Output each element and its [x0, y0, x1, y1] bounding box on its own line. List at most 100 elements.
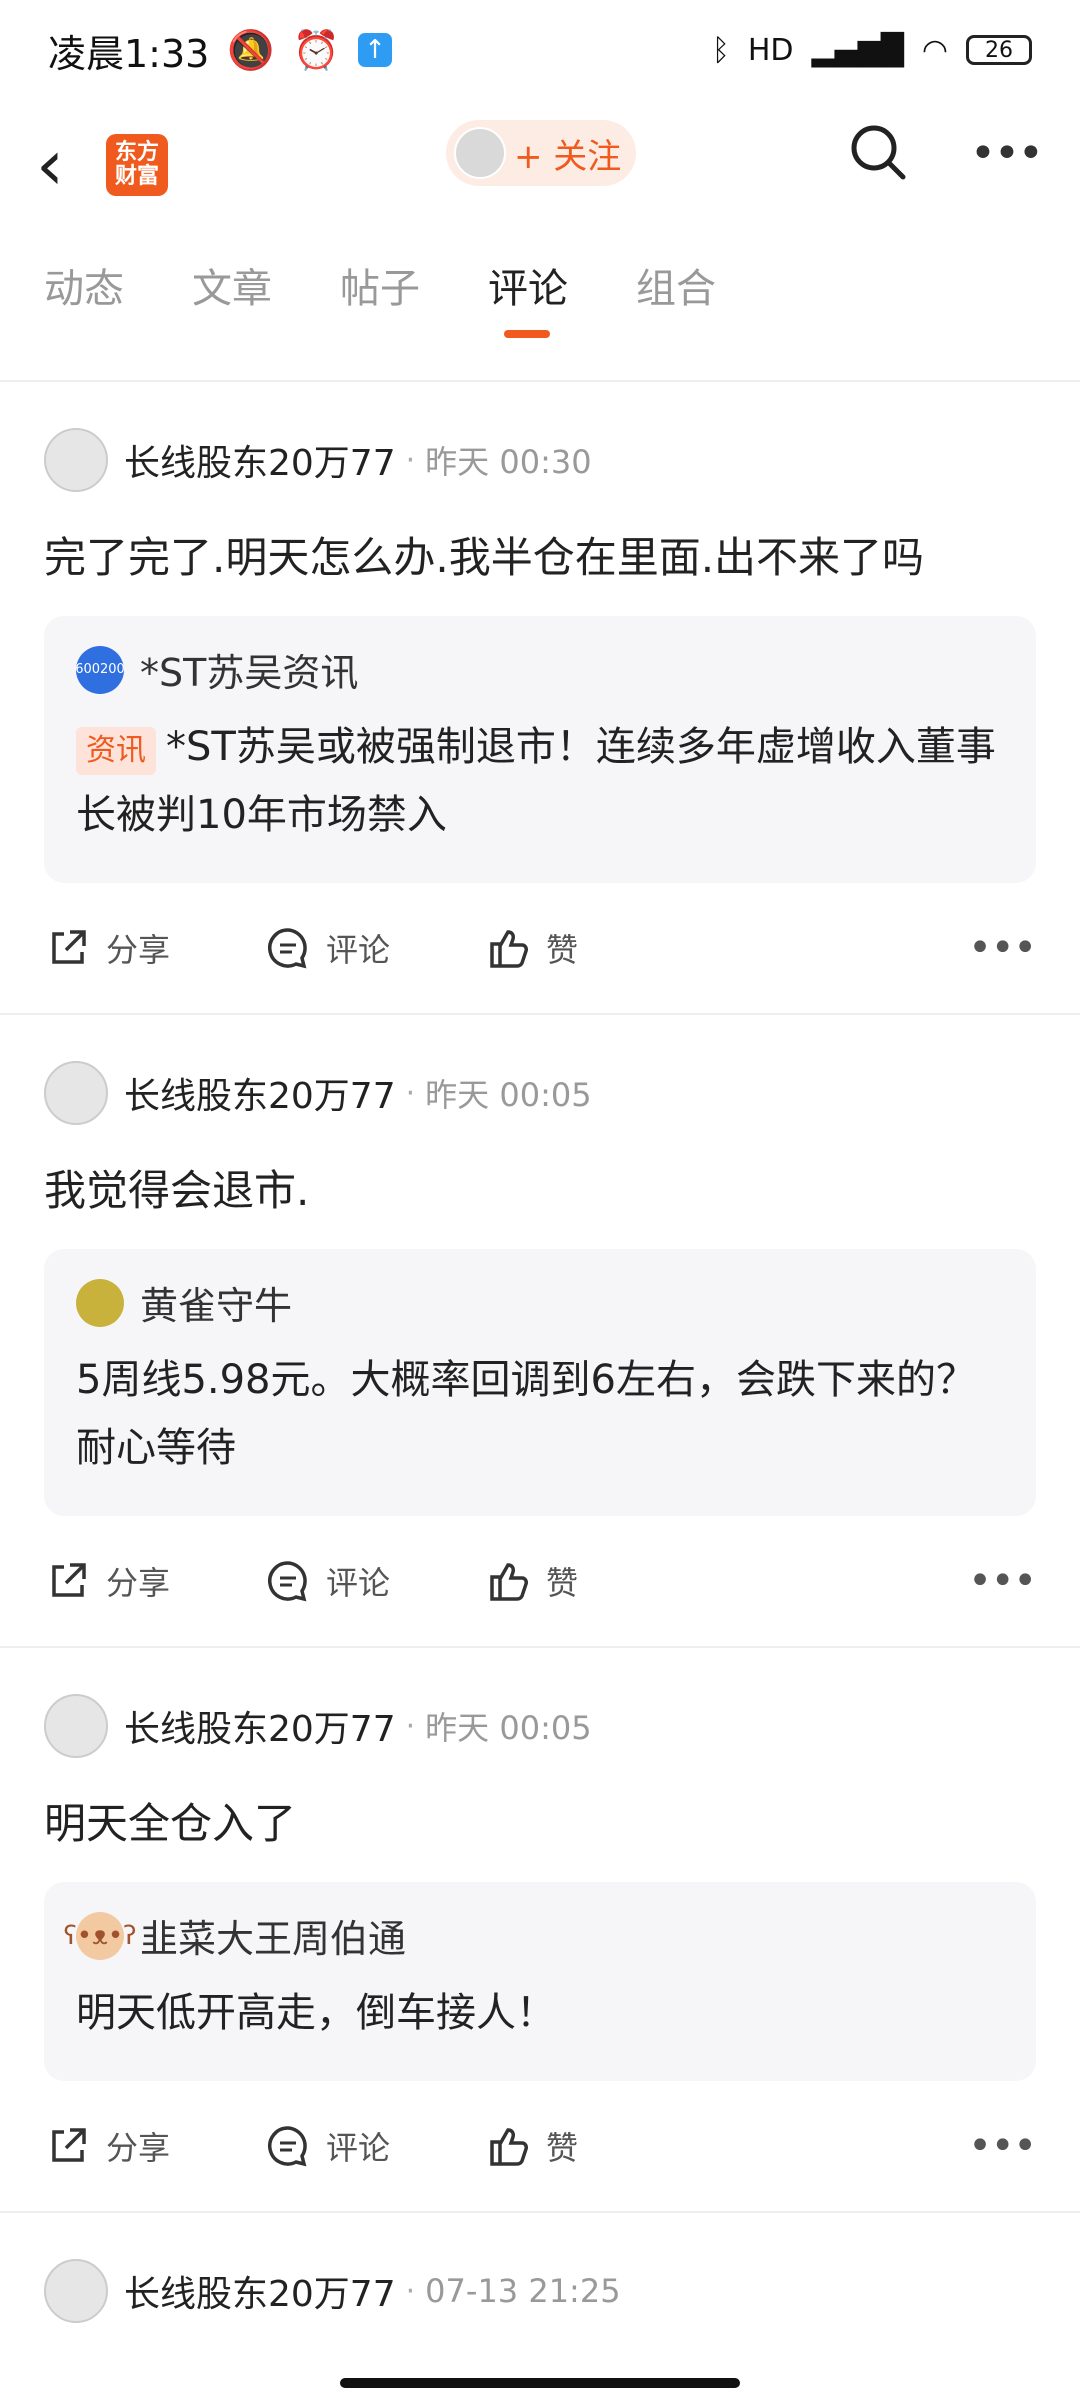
separator-dot: ·	[405, 1075, 416, 1111]
post-more-icon[interactable]: •••	[968, 925, 1037, 971]
quoted-header: 黄雀守牛	[76, 1275, 1004, 1330]
comment-label: 评论	[326, 1564, 391, 1602]
like-button[interactable]: 赞	[484, 1557, 704, 1605]
like-label: 赞	[546, 2129, 579, 2167]
like-label: 赞	[546, 931, 579, 969]
comment-label: 评论	[326, 931, 391, 969]
share-label: 分享	[106, 1564, 171, 1602]
separator-dot: ·	[405, 1708, 416, 1744]
share-label: 分享	[106, 2129, 171, 2167]
tab-dynamics[interactable]: 动态	[44, 256, 124, 314]
post-more-icon[interactable]: •••	[968, 1558, 1037, 1604]
separator-dot: ·	[405, 2273, 416, 2309]
post-more-icon[interactable]: •••	[968, 2123, 1037, 2169]
home-indicator[interactable]	[340, 2378, 740, 2388]
tab-posts[interactable]: 帖子	[340, 256, 420, 314]
post-time: 昨天 00:05	[425, 1709, 592, 1747]
share-button[interactable]: 分享	[44, 924, 264, 972]
status-left: 凌晨1:33 🔕 ⏰ ↑	[48, 23, 392, 78]
bear-avatar-icon: ʕ•ᴥ•ʔ	[64, 1911, 137, 1960]
comment-icon	[268, 928, 307, 969]
comment-icon	[268, 1561, 307, 1602]
quoted-post[interactable]: ʕ•ᴥ•ʔ 韭菜大王周伯通 明天低开高走，倒车接人！	[44, 1882, 1036, 2081]
quoted-author: *ST苏吴资讯	[140, 651, 359, 695]
bluetooth-icon: ᛒ	[711, 32, 730, 68]
signal-icon: ▂▄▆█	[811, 32, 904, 68]
share-button[interactable]: 分享	[44, 1557, 264, 1605]
user-avatar	[454, 127, 506, 179]
post-header: 长线股东20万77 · 昨天 00:30	[44, 382, 1036, 508]
quoted-header: ʕ•ᴥ•ʔ 韭菜大王周伯通	[64, 1908, 1004, 1963]
quoted-post[interactable]: 黄雀守牛 5周线5.98元。大概率回调到6左右，会跌下来的？耐心等待	[44, 1249, 1036, 1516]
separator-dot: ·	[405, 442, 416, 478]
post-header: 长线股东20万77 · 昨天 00:05	[44, 1015, 1036, 1141]
quoted-text-container: 资讯 *ST苏吴或被强制退市！连续多年虚增收入董事长被判10年市场禁入	[76, 713, 1004, 849]
like-button[interactable]: 赞	[484, 2122, 704, 2170]
comment-label: 评论	[326, 2129, 391, 2167]
battery-icon: 26	[966, 35, 1032, 65]
alarm-icon: ⏰	[292, 27, 340, 72]
follow-label: + 关注	[514, 136, 622, 177]
author-name[interactable]: 长线股东20万77	[124, 434, 396, 486]
share-icon	[52, 930, 86, 964]
tab-portfolio[interactable]: 组合	[636, 256, 716, 314]
avatar[interactable]	[44, 1061, 108, 1125]
brand-logo: 东方财富	[106, 134, 168, 196]
wifi-icon: ◠	[921, 32, 948, 68]
comment-button[interactable]: 评论	[264, 1557, 484, 1605]
mute-bell-icon: 🔕	[227, 27, 275, 72]
comment-card[interactable]: 长线股东20万77 · 昨天 00:05 我觉得会退市. 黄雀守牛 5周线5.9…	[0, 1015, 1080, 1648]
back-icon[interactable]: ‹	[36, 124, 96, 206]
quoted-text: *ST苏吴或被强制退市！连续多年虚增收入董事长被判10年市场禁入	[76, 724, 996, 838]
post-actions: 分享 评论 赞 •••	[44, 1516, 1037, 1646]
like-button[interactable]: 赞	[484, 924, 704, 972]
status-bar: 凌晨1:33 🔕 ⏰ ↑ ᛒ HD ▂▄▆█ ◠ 26	[0, 0, 1080, 100]
quoted-post[interactable]: 600200 *ST苏吴资讯 资讯 *ST苏吴或被强制退市！连续多年虚增收入董事长…	[44, 616, 1036, 883]
comment-text: 完了完了.明天怎么办.我半仓在里面.出不来了吗	[44, 533, 925, 582]
comment-card[interactable]: 长线股东20万77 · 07-13 21:25	[0, 2213, 1080, 2339]
post-actions: 分享 评论 赞 •••	[44, 883, 1037, 1013]
news-tag: 资讯	[76, 727, 156, 775]
post-header: 长线股东20万77 · 昨天 00:05	[44, 1648, 1036, 1774]
share-label: 分享	[106, 931, 171, 969]
quoted-author: 黄雀守牛	[140, 1284, 293, 1328]
hd-label: HD	[747, 32, 794, 68]
comment-text: 我觉得会退市.	[44, 1166, 310, 1215]
comment-icon	[268, 2126, 307, 2167]
tab-bar: 动态 文章 帖子 评论 组合	[0, 230, 1080, 340]
thumbs-up-icon	[490, 1563, 528, 1601]
comment-text: 明天全仓入了	[44, 1799, 297, 1848]
tab-articles[interactable]: 文章	[192, 256, 272, 314]
search-icon[interactable]	[848, 122, 908, 182]
share-button[interactable]: 分享	[44, 2122, 264, 2170]
thumbs-up-icon	[490, 2128, 528, 2166]
top-nav: ‹ 东方财富 + 关注 •••	[0, 100, 1080, 230]
quoted-text: 5周线5.98元。大概率回调到6左右，会跌下来的？耐心等待	[76, 1357, 976, 1471]
author-name[interactable]: 长线股东20万77	[124, 2265, 396, 2317]
avatar[interactable]	[44, 428, 108, 492]
avatar[interactable]	[44, 1694, 108, 1758]
post-time: 昨天 00:30	[425, 443, 592, 481]
tab-comments[interactable]: 评论	[488, 256, 568, 338]
upload-notification-icon: ↑	[358, 33, 392, 67]
author-name[interactable]: 长线股东20万77	[124, 1700, 396, 1752]
bird-avatar-icon	[76, 1278, 124, 1327]
more-icon[interactable]: •••	[970, 128, 1044, 179]
author-name[interactable]: 长线股东20万77	[124, 1067, 396, 1119]
comment-card[interactable]: 长线股东20万77 · 昨天 00:30 完了完了.明天怎么办.我半仓在里面.出…	[0, 382, 1080, 1015]
follow-button[interactable]: + 关注	[446, 120, 636, 186]
comment-button[interactable]: 评论	[264, 924, 484, 972]
like-label: 赞	[546, 1564, 579, 1602]
status-right: ᛒ HD ▂▄▆█ ◠ 26	[712, 33, 1032, 68]
comment-button[interactable]: 评论	[264, 2122, 484, 2170]
comment-card[interactable]: 长线股东20万77 · 昨天 00:05 明天全仓入了 ʕ•ᴥ•ʔ 韭菜大王周伯…	[0, 1648, 1080, 2213]
post-time: 07-13 21:25	[425, 2272, 621, 2310]
share-icon	[52, 1563, 86, 1597]
previous-post-actions-cut	[0, 340, 1080, 382]
quoted-author: 韭菜大王周伯通	[140, 1917, 407, 1961]
status-time: 凌晨1:33	[48, 31, 210, 76]
avatar[interactable]	[44, 2259, 108, 2323]
thumbs-up-icon	[490, 930, 528, 968]
quoted-text: 明天低开高走，倒车接人！	[76, 1990, 556, 2036]
stock-badge-icon: 600200	[75, 645, 125, 694]
